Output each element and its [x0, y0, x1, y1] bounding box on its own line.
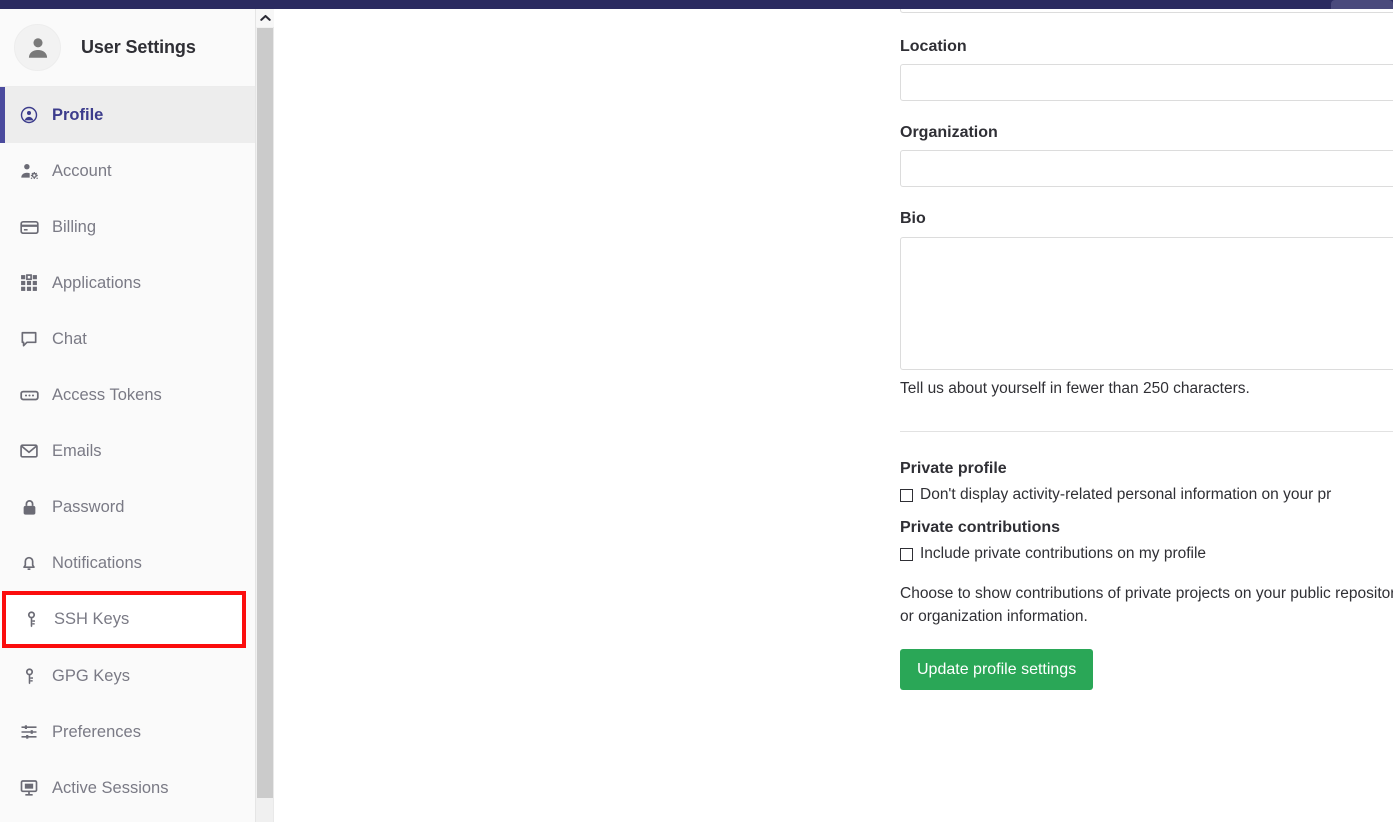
- sidebar-item-preferences[interactable]: Preferences: [0, 704, 255, 760]
- envelope-icon: [18, 440, 40, 462]
- top-navbar: [0, 0, 1393, 9]
- credit-card-icon: [18, 216, 40, 238]
- bell-icon: [18, 552, 40, 574]
- avatar: [14, 24, 61, 71]
- scrollbar-up-arrow[interactable]: [256, 9, 274, 27]
- sidebar-item-access-tokens[interactable]: Access Tokens: [0, 367, 255, 423]
- sidebar-item-label: Preferences: [52, 722, 141, 741]
- bio-textarea[interactable]: [900, 236, 1393, 370]
- section-divider: [900, 431, 1393, 433]
- private-profile-section: Private profile Don't display activity-r…: [900, 460, 1393, 506]
- private-contributions-checkbox-row[interactable]: Include private contributions on my prof…: [900, 544, 1393, 565]
- sidebar-nav-list: Profile Account Billing Applications Cha…: [0, 87, 255, 816]
- lock-icon: [18, 496, 40, 518]
- sidebar-title: User Settings: [81, 37, 196, 57]
- profile-settings-form: Location Organization Bio Tell us about …: [900, 9, 1393, 691]
- key-icon: [18, 665, 40, 687]
- sidebar-item-chat[interactable]: Chat: [0, 311, 255, 367]
- sidebar-item-billing[interactable]: Billing: [0, 199, 255, 255]
- sidebar-item-emails[interactable]: Emails: [0, 423, 255, 479]
- chat-bubble-icon: [18, 328, 40, 350]
- sidebar-item-active-sessions[interactable]: Active Sessions: [0, 760, 255, 816]
- sidebar-item-label: Notifications: [52, 553, 142, 572]
- bio-helper-text: Tell us about yourself in fewer than 250…: [900, 379, 1250, 397]
- navbar-user-menu-pill[interactable]: [1331, 0, 1393, 9]
- update-profile-settings-button[interactable]: Update profile settings: [900, 649, 1094, 691]
- field-group-location: Location: [900, 37, 1393, 102]
- settings-sidebar: User Settings Profile Account Billing Ap…: [0, 9, 256, 822]
- chevron-up-icon: [259, 14, 271, 22]
- main-content: Location Organization Bio Tell us about …: [275, 9, 1393, 822]
- sidebar-item-account[interactable]: Account: [0, 143, 255, 199]
- private-profile-checkbox-row[interactable]: Don't display activity-related personal …: [900, 485, 1393, 506]
- sidebar-item-label: Access Tokens: [52, 385, 162, 404]
- bio-label: Bio: [900, 210, 926, 228]
- private-profile-checkbox-label: Don't display activity-related personal …: [920, 486, 1332, 504]
- private-profile-checkbox[interactable]: [900, 489, 913, 503]
- sidebar-item-notifications[interactable]: Notifications: [0, 535, 255, 591]
- private-contributions-section: Private contributions Include private co…: [900, 519, 1393, 628]
- key-icon: [20, 609, 42, 631]
- sidebar-item-ssh-keys[interactable]: SSH Keys: [2, 591, 246, 648]
- sidebar-item-gpg-keys[interactable]: GPG Keys: [0, 648, 255, 704]
- partial-top-input[interactable]: [900, 9, 1393, 13]
- field-group-organization: Organization: [900, 123, 1393, 188]
- sidebar-item-password[interactable]: Password: [0, 479, 255, 535]
- sidebar-item-label: Billing: [52, 217, 97, 236]
- field-group-bio: Bio Tell us about yourself in fewer than…: [900, 209, 1393, 399]
- grid-apps-icon: [18, 272, 40, 294]
- sliders-icon: [18, 721, 40, 743]
- user-avatar-icon: [25, 35, 51, 61]
- sidebar-item-label: Emails: [52, 441, 102, 460]
- sidebar-item-label: Active Sessions: [52, 778, 169, 797]
- sidebar-item-profile[interactable]: Profile: [0, 87, 255, 143]
- sidebar-header: User Settings: [0, 9, 255, 87]
- sidebar-item-label: GPG Keys: [52, 666, 130, 685]
- private-contributions-description: Choose to show contributions of private …: [900, 585, 1393, 625]
- scrollbar-thumb[interactable]: [257, 28, 273, 798]
- sidebar-scrollbar[interactable]: [256, 9, 274, 822]
- sidebar-item-label: Password: [52, 497, 125, 516]
- organization-input[interactable]: [900, 150, 1393, 188]
- organization-label: Organization: [900, 124, 998, 142]
- location-label: Location: [900, 38, 967, 55]
- sidebar-item-label: Account: [52, 161, 112, 180]
- user-circle-icon: [18, 104, 40, 126]
- private-contributions-checkbox[interactable]: [900, 548, 913, 562]
- token-card-icon: [18, 384, 40, 406]
- sidebar-item-label: Chat: [52, 329, 87, 348]
- sidebar-item-label: Profile: [52, 105, 104, 124]
- sidebar-item-label: Applications: [52, 273, 141, 292]
- field-group-partial-top: [900, 9, 1393, 13]
- account-gear-icon: [18, 160, 40, 182]
- location-input[interactable]: [900, 64, 1393, 102]
- private-contributions-heading: Private contributions: [900, 519, 1061, 537]
- sidebar-item-label: SSH Keys: [54, 610, 130, 629]
- private-contributions-checkbox-label: Include private contributions on my prof…: [920, 545, 1207, 563]
- app-root: User Settings Profile Account Billing Ap…: [0, 0, 1393, 822]
- private-profile-heading: Private profile: [900, 460, 1007, 478]
- monitor-icon: [18, 777, 40, 799]
- sidebar-item-applications[interactable]: Applications: [0, 255, 255, 311]
